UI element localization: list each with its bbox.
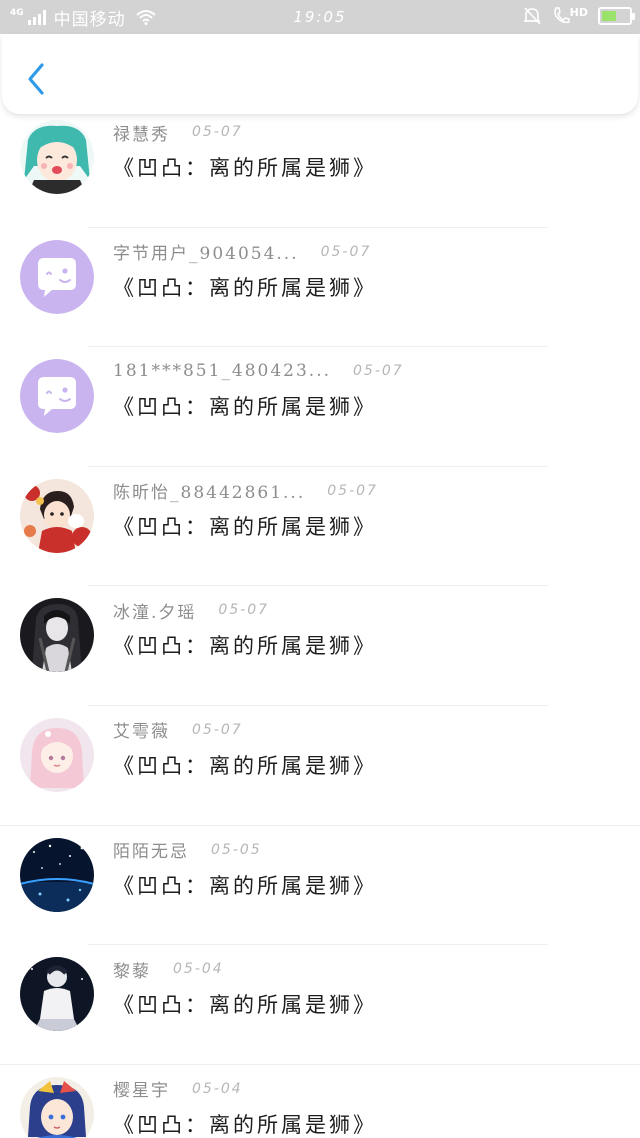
user-avatar[interactable] xyxy=(20,957,94,1032)
list-item[interactable]: 181***851_480423... 05-07 《凹凸：离的所属是狮》 xyxy=(0,347,640,467)
user-name[interactable]: 181***851_480423... xyxy=(113,361,331,381)
message-list: 禄慧秀 05-07 《凹凸：离的所属是狮》 字节用户_904054... 05-… xyxy=(0,108,640,1138)
chevron-left-icon xyxy=(28,63,44,95)
message-text: 《凹凸：离的所属是狮》 xyxy=(113,275,377,300)
item-meta: 181***851_480423... 05-07 xyxy=(113,359,404,383)
user-avatar[interactable] xyxy=(20,837,94,912)
call-hd-icon: HD xyxy=(552,6,588,26)
user-avatar[interactable] xyxy=(20,120,94,194)
user-name[interactable]: 禄慧秀 xyxy=(113,120,170,145)
hd-label: HD xyxy=(569,6,588,19)
status-left: 4G 中国移动 xyxy=(10,5,260,30)
list-item[interactable]: 禄慧秀 05-07 《凹凸：离的所属是狮》 xyxy=(0,108,640,228)
back-button[interactable] xyxy=(24,62,48,96)
message-text: 《凹凸：离的所属是狮》 xyxy=(113,993,377,1018)
user-name[interactable]: 陌陌无忌 xyxy=(113,837,189,862)
user-name[interactable]: 艾雩薇 xyxy=(113,717,170,742)
list-item[interactable]: 陌陌无忌 05-05 《凹凸：离的所属是狮》 xyxy=(0,826,640,946)
user-avatar[interactable] xyxy=(20,717,94,792)
item-meta: 陌陌无忌 05-05 xyxy=(113,837,262,863)
list-item[interactable]: 樱星宇 05-04 《凹凸：离的所属是狮》 xyxy=(0,1065,640,1138)
date-label: 05-07 xyxy=(192,721,243,738)
user-name[interactable]: 樱星宇 xyxy=(113,1076,170,1101)
status-bar: 4G 中国移动 19:05 HD xyxy=(0,0,640,34)
message-text: 《凹凸：离的所属是狮》 xyxy=(113,395,377,420)
user-avatar[interactable] xyxy=(20,1076,94,1138)
date-label: 05-07 xyxy=(320,243,372,260)
item-meta: 黎藜 05-04 xyxy=(113,957,224,982)
item-meta: 艾雩薇 05-07 xyxy=(113,717,243,743)
user-name[interactable]: 冰潼.夕瑶 xyxy=(113,598,196,623)
bell-mute-icon xyxy=(523,7,541,25)
message-text: 《凹凸：离的所属是狮》 xyxy=(113,753,377,778)
message-text: 《凹凸：离的所属是狮》 xyxy=(113,634,377,659)
message-text: 《凹凸：离的所属是狮》 xyxy=(113,1112,377,1137)
date-label: 05-07 xyxy=(353,363,404,380)
list-item[interactable]: 黎藜 05-04 《凹凸：离的所属是狮》 xyxy=(0,945,640,1065)
network-type: 4G xyxy=(10,8,24,18)
phone-icon xyxy=(553,7,570,24)
battery-level xyxy=(602,11,616,21)
default-avatar-icon[interactable] xyxy=(20,239,94,314)
message-text: 《凹凸：离的所属是狮》 xyxy=(113,156,377,180)
date-label: 05-07 xyxy=(327,482,378,499)
signal-icon xyxy=(27,9,46,25)
user-avatar[interactable] xyxy=(20,478,94,553)
message-text: 《凹凸：离的所属是狮》 xyxy=(113,514,377,539)
header xyxy=(2,34,638,114)
date-label: 05-04 xyxy=(192,1080,243,1097)
wifi-icon xyxy=(135,10,156,25)
user-name[interactable]: 陈昕怡_88442861... xyxy=(113,478,305,503)
user-name[interactable]: 字节用户_904054... xyxy=(113,239,299,264)
list-item[interactable]: 字节用户_904054... 05-07 《凹凸：离的所属是狮》 xyxy=(0,228,640,348)
item-meta: 冰潼.夕瑶 05-07 xyxy=(113,598,270,623)
message-text: 《凹凸：离的所属是狮》 xyxy=(113,873,377,898)
carrier-name: 中国移动 xyxy=(53,9,126,30)
date-label: 05-07 xyxy=(192,124,243,140)
item-meta: 陈昕怡_88442861... 05-07 xyxy=(113,478,378,504)
item-meta: 禄慧秀 05-07 xyxy=(113,120,243,145)
item-meta: 樱星宇 05-04 xyxy=(113,1076,243,1102)
item-meta: 字节用户_904054... 05-07 xyxy=(113,239,372,265)
date-label: 05-07 xyxy=(218,602,270,619)
battery-icon xyxy=(598,7,635,25)
user-name[interactable]: 黎藜 xyxy=(113,957,151,982)
list-item[interactable]: 艾雩薇 05-07 《凹凸：离的所属是狮》 xyxy=(0,706,640,826)
user-avatar[interactable] xyxy=(20,598,94,673)
date-label: 05-05 xyxy=(211,841,262,858)
list-item[interactable]: 陈昕怡_88442861... 05-07 《凹凸：离的所属是狮》 xyxy=(0,467,640,587)
list-item[interactable]: 冰潼.夕瑶 05-07 《凹凸：离的所属是狮》 xyxy=(0,586,640,706)
date-label: 05-04 xyxy=(173,961,224,978)
default-avatar-icon[interactable] xyxy=(20,359,94,434)
status-right: HD xyxy=(522,6,635,26)
